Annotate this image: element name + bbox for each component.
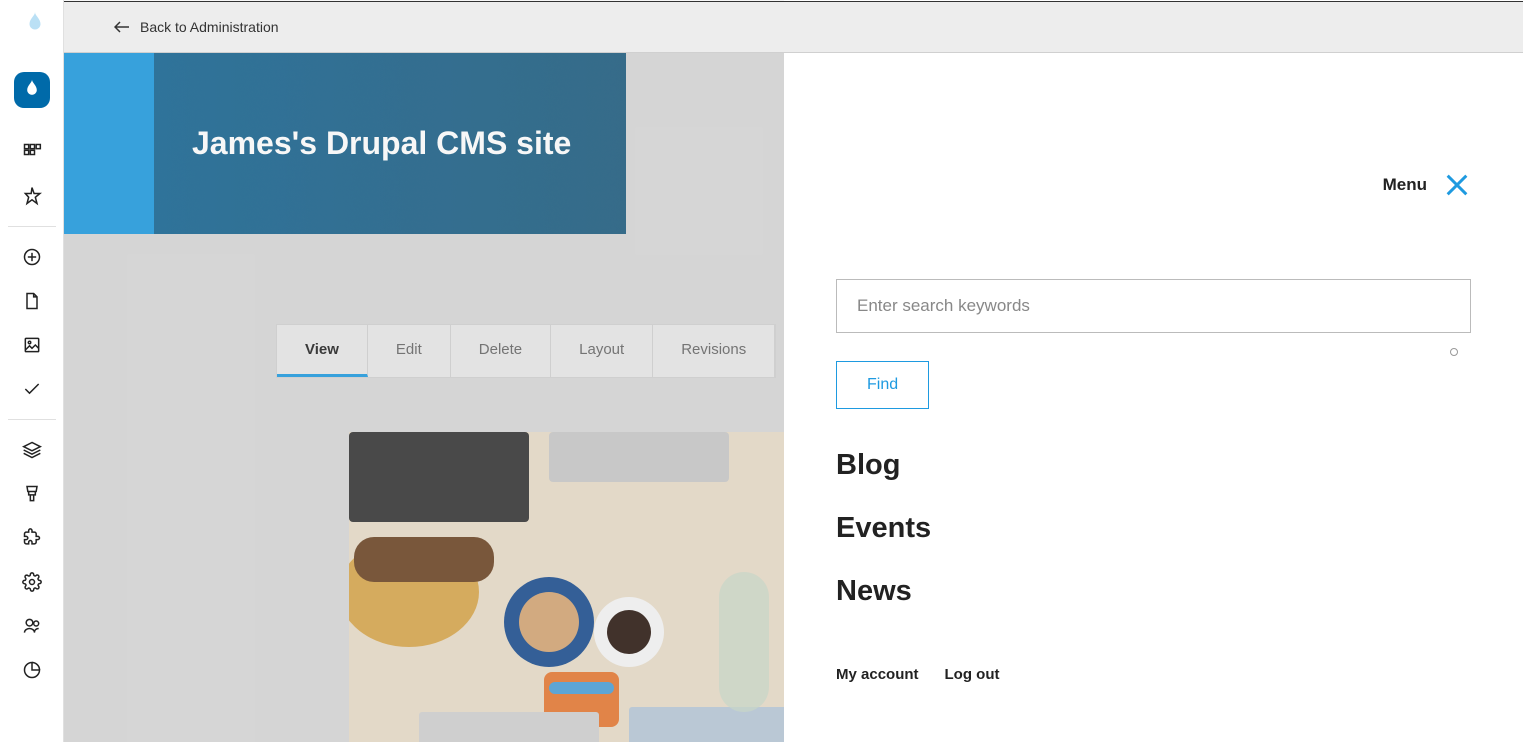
sidebar-dashboard-icon[interactable]: [8, 130, 56, 174]
header-brand: James's Drupal CMS site: [154, 53, 626, 234]
sidebar-extend-icon[interactable]: [8, 516, 56, 560]
admin-sidebar: [0, 0, 64, 742]
content-hero-image: [349, 432, 784, 742]
sidebar-reports-icon[interactable]: [8, 648, 56, 692]
tab-delete[interactable]: Delete: [451, 325, 551, 377]
menu-label: Menu: [1383, 175, 1427, 195]
tab-revisions[interactable]: Revisions: [653, 325, 775, 377]
sidebar-check-icon[interactable]: [8, 367, 56, 411]
drupal-logo[interactable]: [14, 72, 50, 108]
close-icon: [1443, 171, 1471, 199]
nav-blog[interactable]: Blog: [836, 449, 1471, 482]
search-input[interactable]: [836, 279, 1471, 333]
tab-edit[interactable]: Edit: [368, 325, 451, 377]
search-indicator-icon: [1450, 348, 1458, 356]
menu-close-button[interactable]: [1443, 171, 1471, 199]
sidebar-people-icon[interactable]: [8, 604, 56, 648]
sidebar-layers-icon[interactable]: [8, 428, 56, 472]
drupal-watermark-icon: [24, 10, 46, 43]
back-label: Back to Administration: [140, 19, 279, 35]
site-header: James's Drupal CMS site: [64, 53, 784, 234]
content-tabs: View Edit Delete Layout Revisions: [276, 324, 776, 378]
tab-layout[interactable]: Layout: [551, 325, 653, 377]
content-area: James's Drupal CMS site View Edit Delete…: [64, 53, 784, 742]
search-box: [836, 279, 1471, 333]
back-arrow-icon: [114, 20, 130, 34]
menu-panel: Menu Find Blog Events News My account Lo…: [784, 53, 1523, 742]
sidebar-divider: [8, 419, 56, 420]
header-accent: [64, 53, 154, 234]
nav-links: Blog Events News: [836, 449, 1471, 608]
sidebar-file-icon[interactable]: [8, 279, 56, 323]
back-to-admin-link[interactable]: Back to Administration: [114, 19, 279, 35]
site-title: James's Drupal CMS site: [192, 125, 571, 162]
nav-events[interactable]: Events: [836, 512, 1471, 545]
sidebar-star-icon[interactable]: [8, 174, 56, 218]
sidebar-template-icon[interactable]: [8, 472, 56, 516]
sidebar-add-icon[interactable]: [8, 235, 56, 279]
account-links: My account Log out: [836, 666, 1471, 683]
menu-header: Menu: [836, 171, 1471, 199]
nav-news[interactable]: News: [836, 575, 1471, 608]
sidebar-media-icon[interactable]: [8, 323, 56, 367]
my-account-link[interactable]: My account: [836, 666, 919, 683]
tab-view[interactable]: View: [277, 325, 368, 377]
find-button[interactable]: Find: [836, 361, 929, 409]
top-bar: Back to Administration: [64, 1, 1523, 53]
sidebar-divider: [8, 226, 56, 227]
sidebar-settings-icon[interactable]: [8, 560, 56, 604]
logout-link[interactable]: Log out: [945, 666, 1000, 683]
